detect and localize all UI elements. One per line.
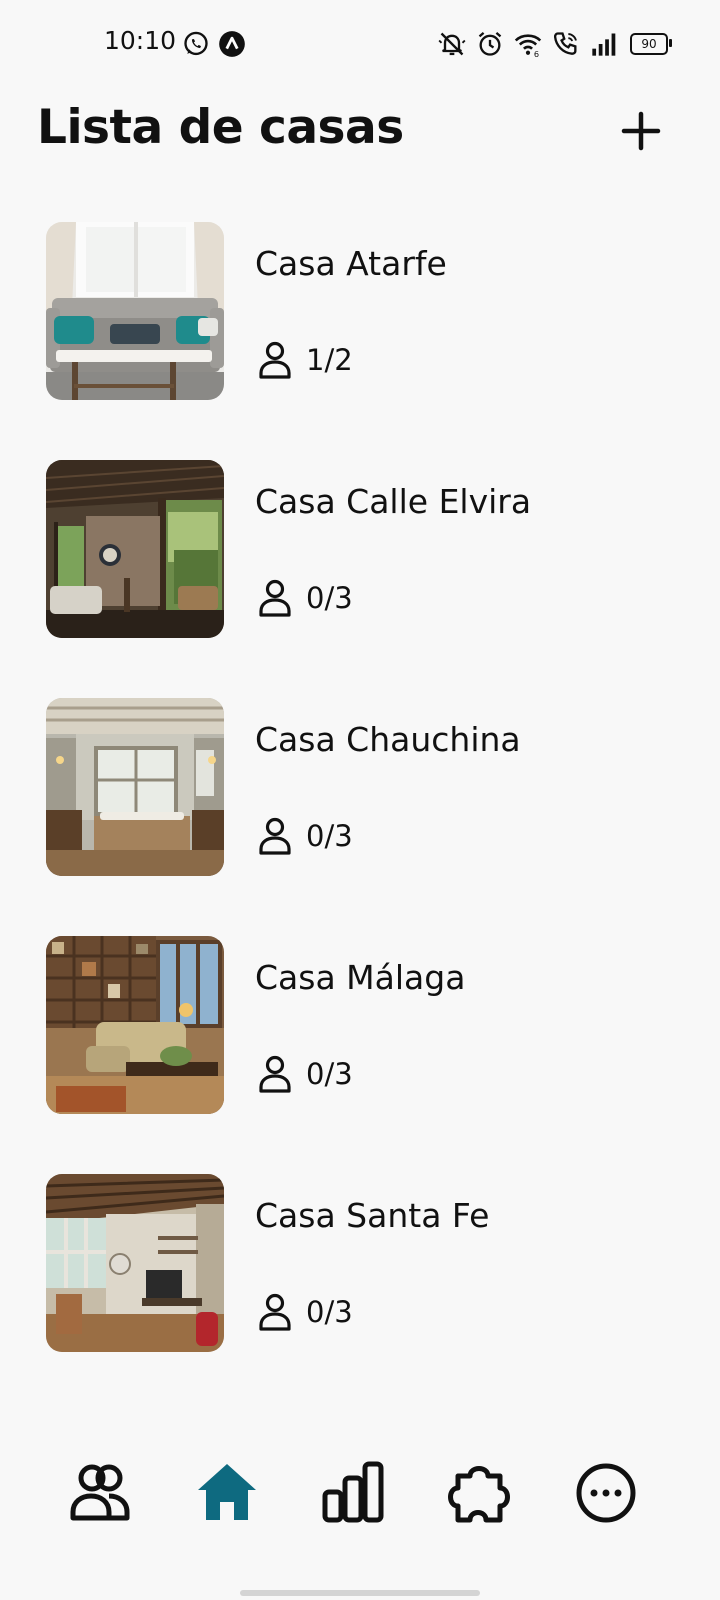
status-right-icons: 6 90 <box>438 30 672 58</box>
status-bar: 10:10 6 90 <box>0 0 720 90</box>
occupancy-count: 0/3 <box>306 819 353 853</box>
battery-level: 90 <box>641 37 657 51</box>
person-icon <box>259 579 291 617</box>
plus-icon <box>621 111 661 151</box>
occupancy: 1/2 <box>258 340 353 380</box>
nav-item-home[interactable] <box>194 1460 260 1526</box>
more-icon <box>576 1463 636 1523</box>
home-indicator <box>240 1590 480 1596</box>
occupancy: 0/3 <box>258 1292 353 1332</box>
nav-item-more[interactable] <box>573 1460 639 1526</box>
house-photo <box>46 1174 224 1352</box>
house-photo <box>46 698 224 876</box>
occupancy-count: 0/3 <box>306 1295 353 1329</box>
occupancy-count: 0/3 <box>306 1057 353 1091</box>
page-title: Lista de casas <box>37 100 404 155</box>
nav-item-extensions[interactable] <box>446 1460 512 1526</box>
house-name: Casa Calle Elvira <box>255 482 532 521</box>
app-notification-icon <box>219 31 245 57</box>
house-name: Casa Santa Fe <box>255 1196 490 1235</box>
house-list-item[interactable]: Casa Calle Elvira 0/3 <box>46 460 686 638</box>
house-photo <box>46 222 224 400</box>
wifi-calling-icon <box>553 32 577 55</box>
house-list-item[interactable]: Casa Chauchina 0/3 <box>46 698 686 876</box>
users-icon <box>70 1464 130 1521</box>
person-icon <box>259 1055 291 1093</box>
puzzle-icon <box>448 1466 510 1523</box>
person-icon <box>259 341 291 379</box>
house-name: Casa Atarfe <box>255 244 447 283</box>
signal-icon <box>592 33 616 56</box>
svg-text:6: 6 <box>534 49 539 58</box>
person-icon <box>259 817 291 855</box>
occupancy-count: 1/2 <box>306 343 353 377</box>
home-icon <box>198 1464 256 1520</box>
house-list-item[interactable]: Casa Santa Fe 0/3 <box>46 1174 686 1352</box>
mute-icon <box>438 32 466 56</box>
status-time: 10:10 <box>104 26 177 55</box>
bottom-nav <box>0 1460 720 1550</box>
house-name: Casa Málaga <box>255 958 466 997</box>
alarm-icon <box>478 32 502 56</box>
person-icon <box>259 1293 291 1331</box>
occupancy: 0/3 <box>258 816 353 856</box>
occupancy-count: 0/3 <box>306 581 353 615</box>
house-photo <box>46 460 224 638</box>
add-house-button[interactable] <box>620 110 662 152</box>
chart-icon <box>322 1461 384 1523</box>
battery-indicator: 90 <box>630 33 672 55</box>
status-left-icons <box>182 30 246 58</box>
house-list-item[interactable]: Casa Atarfe 1/2 <box>46 222 686 400</box>
house-name: Casa Chauchina <box>255 720 521 759</box>
nav-item-stats[interactable] <box>320 1460 386 1526</box>
occupancy: 0/3 <box>258 578 353 618</box>
house-photo <box>46 936 224 1114</box>
occupancy: 0/3 <box>258 1054 353 1094</box>
whatsapp-icon <box>184 31 208 56</box>
nav-item-users[interactable] <box>67 1460 133 1526</box>
wifi-icon: 6 <box>514 34 542 58</box>
house-list-item[interactable]: Casa Málaga 0/3 <box>46 936 686 1114</box>
